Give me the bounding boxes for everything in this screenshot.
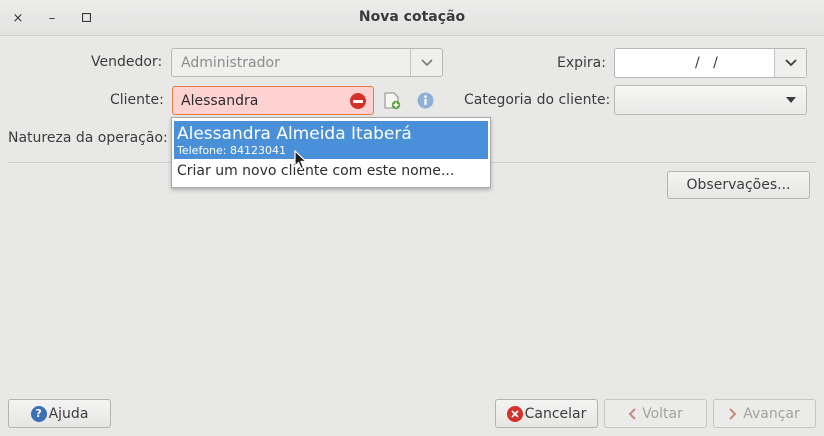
voltar-label: Voltar xyxy=(642,405,683,422)
window-title: Nova cotação xyxy=(358,9,466,25)
add-client-icon[interactable] xyxy=(383,92,401,114)
chevron-down-icon[interactable] xyxy=(411,49,442,76)
create-client-option[interactable]: Criar um novo cliente com este nome... xyxy=(177,163,454,179)
avancar-button[interactable]: Avançar xyxy=(713,399,816,428)
chevron-right-icon xyxy=(729,407,737,420)
categoria-label: Categoria do cliente: xyxy=(464,92,611,108)
client-phone: Telefone: 84123041 xyxy=(177,144,286,157)
avancar-label: Avançar xyxy=(743,405,800,422)
mouse-cursor-icon xyxy=(294,149,308,174)
vendedor-label: Vendedor: xyxy=(91,54,163,70)
client-name: Alessandra Almeida Itaberá xyxy=(177,124,412,144)
client-autocomplete-popup: Alessandra Almeida Itaberá Telefone: 841… xyxy=(171,117,491,188)
cancelar-button[interactable]: Cancelar xyxy=(495,399,598,428)
observacoes-label: Observações... xyxy=(686,177,791,193)
vendedor-combo[interactable]: Administrador xyxy=(171,48,443,77)
expira-label: Expira: xyxy=(557,55,606,71)
voltar-button[interactable]: Voltar xyxy=(604,399,707,428)
observacoes-button[interactable]: Observações... xyxy=(667,171,810,199)
cliente-label: Cliente: xyxy=(110,92,164,108)
cliente-input[interactable]: Alessandra xyxy=(172,86,374,115)
categoria-combo[interactable] xyxy=(614,85,807,115)
expira-value: / / xyxy=(695,55,718,71)
chevron-down-icon[interactable] xyxy=(775,49,806,77)
cancel-icon xyxy=(506,405,523,422)
triangle-down-icon xyxy=(784,86,798,114)
ajuda-label: Ajuda xyxy=(48,405,89,422)
expira-date-field[interactable]: / / xyxy=(614,48,807,78)
help-icon: ? xyxy=(30,405,47,422)
cancelar-label: Cancelar xyxy=(524,405,587,422)
dialog-window: × – Nova cotação Vendedor: Administrador… xyxy=(0,0,824,436)
title-bar: × – Nova cotação xyxy=(0,0,824,36)
cliente-value: Alessandra xyxy=(181,93,259,109)
natureza-label: Natureza da operação: xyxy=(8,130,168,146)
autocomplete-selected-item[interactable]: Alessandra Almeida Itaberá Telefone: 841… xyxy=(174,121,488,159)
vendedor-value: Administrador xyxy=(181,55,280,71)
ajuda-button[interactable]: ? Ajuda xyxy=(8,399,111,428)
clear-entry-icon[interactable] xyxy=(350,93,366,109)
info-icon[interactable] xyxy=(417,92,434,113)
chevron-left-icon xyxy=(628,407,636,420)
